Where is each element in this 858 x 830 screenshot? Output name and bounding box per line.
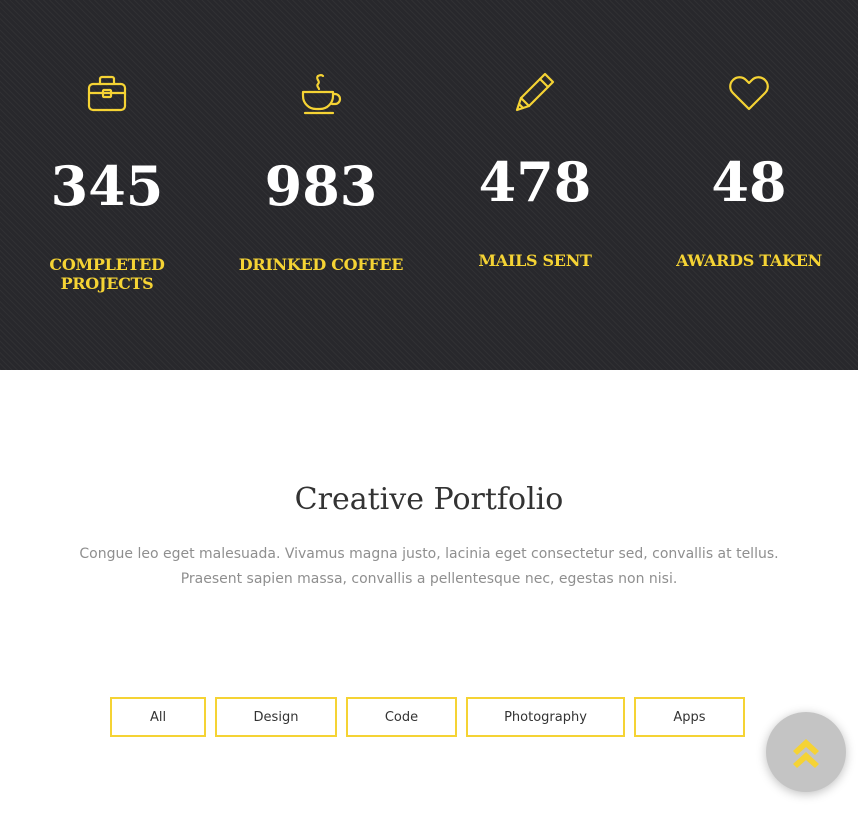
- stat-label: MAILS SENT: [428, 251, 642, 270]
- description-line: Congue leo eget malesuada. Vivamus magna…: [79, 546, 779, 562]
- stat-drinked-coffee: 983 DRINKED COFFEE: [214, 0, 428, 370]
- stats-section: 345 COMPLETED PROJECTS 983 DRINKED COFFE…: [0, 0, 858, 370]
- stat-label: COMPLETED PROJECTS: [0, 255, 214, 293]
- filter-design-button[interactable]: Design: [215, 697, 337, 737]
- portfolio-description: Congue leo eget malesuada. Vivamus magna…: [60, 542, 798, 592]
- stat-label-line: AWARDS TAKEN: [676, 251, 822, 270]
- stat-label: AWARDS TAKEN: [642, 251, 856, 270]
- stat-awards-taken: 48 AWARDS TAKEN: [642, 0, 856, 370]
- stat-label-line: MAILS SENT: [478, 251, 592, 270]
- briefcase-icon: [83, 70, 131, 118]
- stat-label-line: PROJECTS: [60, 274, 154, 293]
- heart-icon: [725, 68, 773, 116]
- stat-number: 478: [478, 150, 592, 214]
- filter-code-button[interactable]: Code: [346, 697, 457, 737]
- stat-label: DRINKED COFFEE: [214, 255, 428, 274]
- stat-label-line: COMPLETED: [49, 255, 165, 274]
- stat-completed-projects: 345 COMPLETED PROJECTS: [0, 0, 214, 370]
- pencil-icon: [511, 68, 559, 116]
- filter-photography-button[interactable]: Photography: [466, 697, 625, 737]
- stat-mails-sent: 478 MAILS SENT: [428, 0, 642, 370]
- stat-label-line: DRINKED COFFEE: [238, 255, 404, 274]
- filter-apps-button[interactable]: Apps: [634, 697, 745, 737]
- stat-number: 983: [264, 154, 378, 218]
- coffee-cup-icon: [297, 70, 345, 118]
- stat-number: 345: [50, 154, 164, 218]
- scroll-to-top-button[interactable]: [766, 712, 846, 792]
- portfolio-title: Creative Portfolio: [294, 482, 564, 517]
- double-chevron-up-icon: [789, 735, 823, 769]
- filter-all-button[interactable]: All: [110, 697, 206, 737]
- description-line: Praesent sapien massa, convallis a pelle…: [180, 571, 678, 587]
- stat-number: 48: [711, 150, 787, 214]
